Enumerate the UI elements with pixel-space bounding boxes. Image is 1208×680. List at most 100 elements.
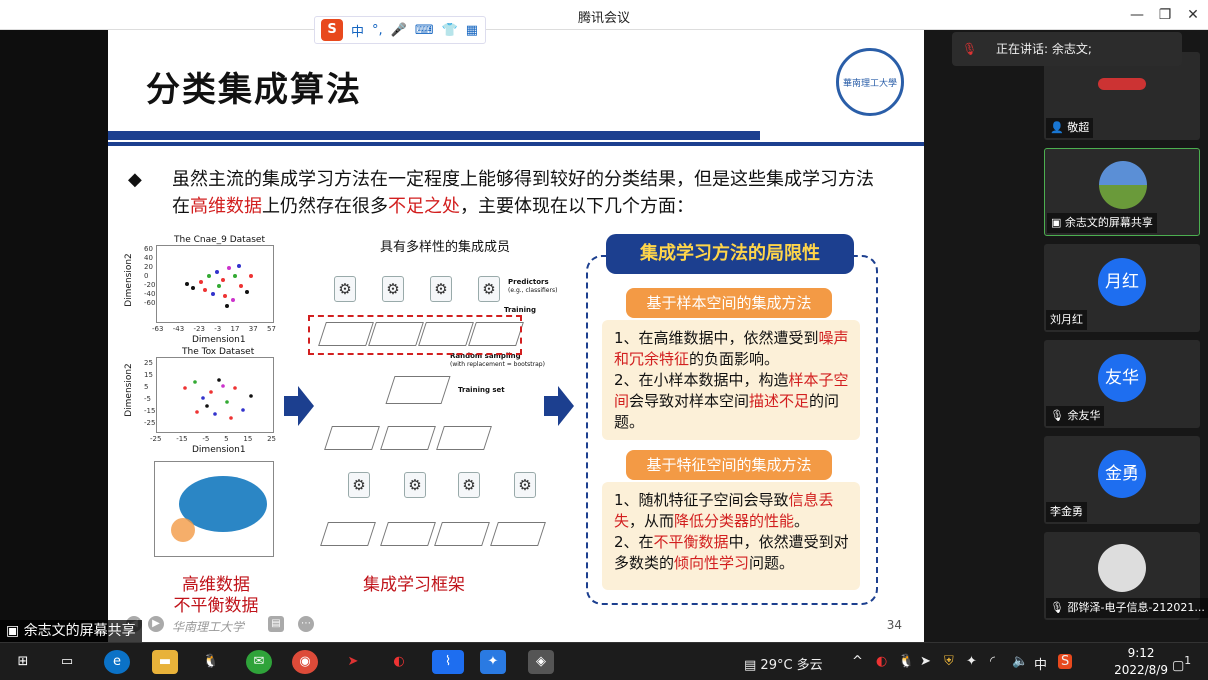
wechat-icon[interactable]: ✉ [246,650,272,674]
training-label: Training [504,306,536,314]
right-arrow-icon-2 [544,386,574,426]
university-emblem-icon: 華南理工大學 [836,48,904,116]
plot1-scatter [156,245,274,323]
participant-name: 刘月红 [1046,310,1087,330]
tray-shield-icon[interactable]: ⛨ [944,654,954,669]
plot1-yticks: 60 40 20 0 -20 -40 -60 [144,245,156,307]
title-bar-thin [108,142,924,146]
predictor-gear-icon-3: ⚙ [430,276,452,302]
sample-space-title: 基于样本空间的集成方法 [626,288,832,318]
anime-avatar [1098,544,1146,592]
weather-widget[interactable]: ▤ 29°C 多云 [744,654,823,673]
diamond-bullet-icon: ◆ [128,169,142,190]
send-app-icon[interactable]: ➤ [340,650,366,674]
edge-icon[interactable]: e [104,650,130,674]
predictors-sub: (e.g., classifiers) [508,287,558,294]
bullet-highlight-2: 不足之处 [388,196,460,217]
system-clock[interactable]: 9:12 2022/8/9 [1114,645,1168,679]
muted-mic-icon: 🎙 [1050,409,1068,422]
apps-icon[interactable]: ▦ [466,23,478,38]
plot2-ylabel: Dimension2 [123,363,134,417]
notification-icon[interactable]: ▢1 [1172,654,1191,673]
red-app-icon[interactable]: ◐ [386,650,412,674]
screen-share-badge[interactable]: ▣ 余志文的屏幕共享 [0,620,142,642]
plot3-imbalanced-scatter [154,461,274,557]
sogou-logo-icon[interactable]: S [321,19,343,41]
predictors-label: Predictors [508,278,549,286]
tray-red-icon[interactable]: ◐ [876,654,887,669]
participant-name: 🎙 余友华 [1046,406,1105,426]
plot1-title: The Cnae_9 Dataset [174,235,265,245]
tray-send-icon[interactable]: ➤ [920,654,931,669]
sogou-tray-icon[interactable]: S [1058,654,1073,669]
keyboard-icon[interactable]: ⌨ [415,23,434,38]
bullet-text-2: 上仍然存在很多 [262,196,388,217]
qq-icon[interactable]: 🐧 [198,650,224,674]
feature-gear-icon-4: ⚙ [514,472,536,498]
plot3-minority-cluster [171,518,195,542]
footer-school: 华南理工大学 [172,620,245,634]
comment-icon[interactable]: ▤ [268,616,284,632]
predictor-gear-icon-2: ⚙ [382,276,404,302]
participant-tile[interactable]: ▣ 余志文的屏幕共享 [1044,148,1200,236]
participant-name: 👤 敬超 [1046,118,1094,138]
training-set-label: Training set [458,386,505,394]
input-lang-indicator[interactable]: 中 [1034,654,1047,673]
more-icon[interactable]: ⋯ [298,616,314,632]
close-button[interactable]: ✕ [1180,4,1206,26]
bootstrap-dashed-box [308,315,522,355]
ime-punct-toggle[interactable]: °, [372,23,383,38]
ime-lang-toggle[interactable]: 中 [351,21,364,40]
slide-title: 分类集成算法 [146,70,362,110]
window-title: 腾讯会议 [577,11,630,26]
sample-space-content: 1、在高维数据中，依然遭受到噪声和冗余特征的负面影响。 2、在小样本数据中，构造… [602,320,860,440]
plot1-points [185,264,253,308]
minimize-button[interactable]: — [1124,4,1150,26]
wifi-icon[interactable]: ◜ [990,654,995,669]
ime-toolbar[interactable]: S 中 °, 🎤 ⌨ 👕 ▦ [314,16,486,44]
limitations-title: 集成学习方法的局限性 [606,234,854,274]
participant-tile[interactable]: 金勇 李金勇 [1044,436,1200,524]
tray-overflow-icon[interactable]: ^ [852,654,863,669]
slide-footer: ◀ ▶ 华南理工大学 ▤ ⋯ 34 [108,604,924,642]
participant-name: ▣ 余志文的屏幕共享 [1047,213,1157,233]
game-app-icon[interactable]: ◈ [528,650,554,674]
output-plane-3 [434,522,490,546]
clock-date: 2022/8/9 [1114,663,1168,677]
participant-tile[interactable]: 月红 刘月红 [1044,244,1200,332]
speaking-indicator: 🎙 正在讲话: 余志文; [952,32,1182,66]
feature-plane-1 [324,426,380,450]
participant-name: 🎙 邵铧泽-电子信息-212021... [1046,598,1208,618]
meeting-stage: 分类集成算法 華南理工大學 ◆ 虽然主流的集成学习方法在一定程度上能够得到较好的… [0,30,1208,642]
avatar: 金勇 [1098,450,1146,498]
feature-space-content: 1、随机特征子空间会导致信息丢失，从而降低分类器的性能。 2、在不平衡数据中，依… [602,482,860,590]
tray-feishu-icon[interactable]: ✦ [966,654,977,669]
caption-high-dim: 高维数据 [182,575,250,595]
speaking-text: 正在讲话: 余志文; [996,42,1092,56]
chrome-icon[interactable]: ◉ [292,650,318,674]
diverse-members-label: 具有多样性的集成成员 [380,240,511,255]
training-set-plane [385,376,451,404]
feishu-icon[interactable]: ✦ [480,650,506,674]
task-view-icon[interactable]: ▭ [54,650,80,674]
bullet-text-3: ，主要体现在以下几个方面： [460,196,694,217]
file-explorer-icon[interactable]: ▬ [152,650,178,674]
participant-tile[interactable]: 友华 🎙 余友华 [1044,340,1200,428]
volume-icon[interactable]: 🔈 [1012,654,1028,669]
tencent-meeting-icon[interactable]: ⌇ [432,650,464,674]
start-button[interactable]: ⊞ [10,650,36,674]
plot2-title: The Tox Dataset [182,347,255,357]
avatar: 月红 [1098,258,1146,306]
next-slide-icon[interactable]: ▶ [148,616,164,632]
tray-qq-icon[interactable]: 🐧 [898,654,914,669]
restore-button[interactable]: ❐ [1152,4,1178,26]
user-icon: 👤 [1050,121,1068,134]
weather-icon: ▤ [744,658,761,673]
mic-icon[interactable]: 🎤 [391,23,407,38]
skin-icon[interactable]: 👕 [442,23,458,38]
landscape-avatar [1099,161,1147,209]
plot2-xlabel: Dimension1 [192,445,246,455]
plot1-ylabel: Dimension2 [123,253,134,307]
participant-tile[interactable]: 🎙 邵铧泽-电子信息-212021... [1044,532,1208,620]
feature-gear-icon-3: ⚙ [458,472,480,498]
